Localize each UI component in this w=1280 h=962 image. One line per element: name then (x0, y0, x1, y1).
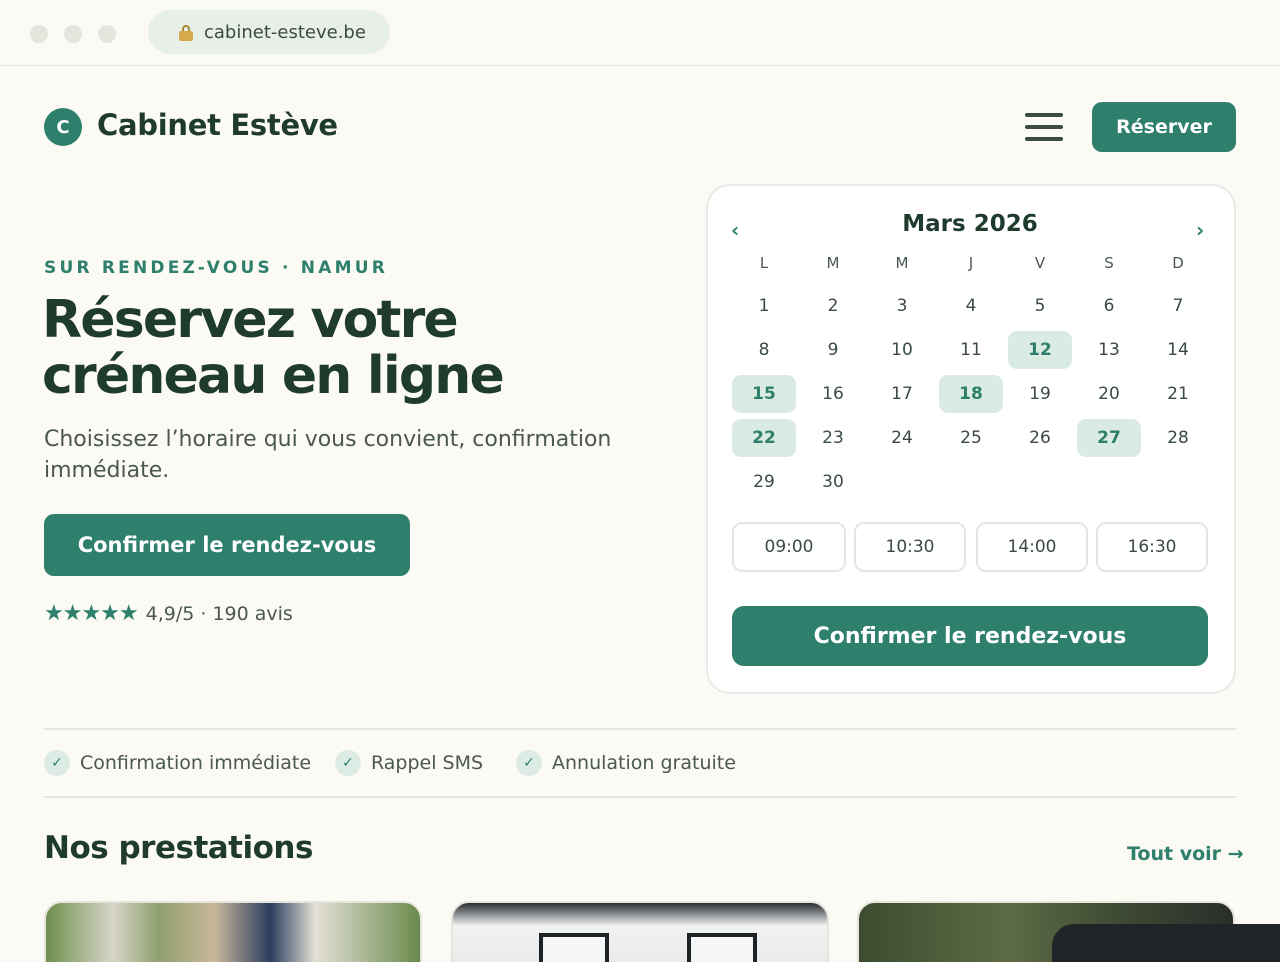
calendar-day-available[interactable]: 12 (1008, 331, 1072, 369)
calendar-month: Mars 2026 (902, 211, 1038, 237)
calendar-day: 4 (965, 296, 977, 316)
chevron-left-icon[interactable]: ‹ (731, 218, 739, 242)
calendar-day: 8 (758, 340, 770, 360)
service-card-image[interactable] (44, 901, 422, 962)
time-slot[interactable]: 14:00 (976, 522, 1088, 572)
calendar-day: 23 (822, 428, 844, 448)
service-card-image[interactable] (451, 901, 829, 962)
weekday-label: D (1172, 254, 1184, 272)
logo-icon[interactable]: C (44, 108, 82, 146)
calendar-day: 11 (960, 340, 982, 360)
calendar-day-available[interactable]: 15 (732, 375, 796, 413)
check-icon: ✓ (44, 750, 70, 776)
feature-label: Annulation gratuite (552, 752, 736, 774)
calendar-day: 30 (822, 472, 844, 492)
calendar-day: 25 (960, 428, 982, 448)
calendar-day: 29 (753, 472, 775, 492)
calendar-day: 5 (1034, 296, 1046, 316)
lock-icon (179, 25, 193, 41)
services-title: Nos prestations (44, 830, 313, 866)
chevron-right-icon[interactable]: › (1196, 218, 1204, 242)
weekday-label: M (895, 254, 909, 272)
calendar-day-available[interactable]: 22 (732, 419, 796, 457)
confirm-appointment-button[interactable]: Confirmer le rendez-vous (44, 514, 410, 576)
feature-label: Rappel SMS (371, 752, 484, 774)
calendar-day: 1 (758, 296, 770, 316)
feature-confirmation: ✓ Confirmation immédiate (44, 750, 311, 776)
calendar-day: 16 (822, 384, 844, 404)
calendar-day: 14 (1167, 340, 1189, 360)
calendar-day: 28 (1167, 428, 1189, 448)
calendar-day: 9 (827, 340, 839, 360)
check-icon: ✓ (335, 750, 361, 776)
calendar-day: 20 (1098, 384, 1120, 404)
calendar-day: 19 (1029, 384, 1051, 404)
weekday-label: S (1104, 254, 1114, 272)
divider (44, 728, 1236, 730)
see-all-link[interactable]: Tout voir → (1127, 843, 1244, 865)
check-icon: ✓ (516, 750, 542, 776)
address-bar[interactable]: cabinet-esteve.be (148, 10, 390, 54)
time-slot[interactable]: 16:30 (1096, 522, 1208, 572)
calendar-day: 26 (1029, 428, 1051, 448)
hero-subtitle: Choisissez l’horaire qui vous convient, … (44, 427, 612, 483)
weekday-label: L (759, 254, 769, 272)
hero-eyebrow: SUR RENDEZ-VOUS · NAMUR (44, 258, 389, 278)
calendar-day: 17 (891, 384, 913, 404)
rating-text: 4,9/5 · 190 avis (145, 602, 293, 625)
calendar-day-available[interactable]: 27 (1077, 419, 1141, 457)
browser-chrome: cabinet-esteve.be (0, 0, 1280, 66)
calendar-day: 3 (896, 296, 908, 316)
calendar-day: 6 (1103, 296, 1115, 316)
calendar-day: 7 (1172, 296, 1184, 316)
feature-label: Confirmation immédiate (80, 752, 312, 774)
url-text: cabinet-esteve.be (204, 21, 366, 43)
calendar-confirm-button[interactable]: Confirmer le rendez-vous (732, 606, 1208, 666)
calendar-day-available[interactable]: 18 (939, 375, 1003, 413)
weekday-label: M (826, 254, 840, 272)
feature-sms-reminder: ✓ Rappel SMS (335, 750, 483, 776)
time-slot[interactable]: 10:30 (854, 522, 966, 572)
reserve-button[interactable]: Réserver (1092, 102, 1236, 152)
calendar-day: 10 (891, 340, 913, 360)
feature-free-cancellation: ✓ Annulation gratuite (516, 750, 736, 776)
hero-title: Réservez votre créneau en ligne (42, 290, 505, 406)
calendar-day: 24 (891, 428, 913, 448)
window-close-dot[interactable] (30, 25, 48, 43)
floating-widget[interactable] (1052, 924, 1280, 962)
star-rating-icon: ★★★★★ (44, 601, 139, 626)
calendar-day: 13 (1098, 340, 1120, 360)
hamburger-menu-icon[interactable] (1025, 112, 1063, 142)
calendar-day: 21 (1167, 384, 1189, 404)
calendar-day: 2 (827, 296, 839, 316)
weekday-label: J (968, 254, 974, 272)
time-slot[interactable]: 09:00 (732, 522, 846, 572)
rating: ★★★★★ 4,9/5 · 190 avis (44, 601, 293, 626)
window-minimize-dot[interactable] (64, 25, 82, 43)
weekday-label: V (1034, 254, 1046, 272)
window-zoom-dot[interactable] (98, 25, 116, 43)
brand-name[interactable]: Cabinet Estève (97, 108, 338, 142)
divider (44, 796, 1236, 798)
